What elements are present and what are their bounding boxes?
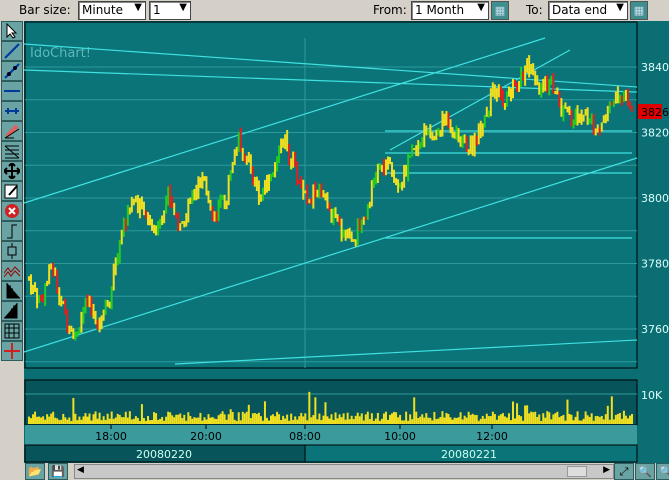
segment-icon <box>4 63 20 79</box>
crosshair-tool[interactable] <box>1 341 23 361</box>
from-calendar-button[interactable]: ▦ <box>491 1 509 20</box>
grid-tool[interactable] <box>1 321 23 341</box>
date-label: 20080221 <box>441 448 497 461</box>
move-tool[interactable] <box>1 161 23 181</box>
diagonal-line-icon <box>4 43 20 59</box>
time-tick: 18:00 <box>95 430 127 443</box>
horizontal-line-tool[interactable] <box>1 81 23 101</box>
expand-icon: ⤢ <box>619 465 629 478</box>
segment-tool[interactable] <box>1 61 23 81</box>
from-label: From: <box>373 3 407 17</box>
price-tick: 3780 <box>641 258 669 271</box>
step-line-tool[interactable] <box>1 221 23 241</box>
pencil-icon <box>4 124 20 139</box>
line-chart-tool[interactable] <box>1 261 23 281</box>
crosshair-icon <box>4 343 20 359</box>
scroll-right-icon[interactable]: ▶ <box>603 465 610 475</box>
left-scale-tool[interactable] <box>1 281 23 301</box>
delete-tool[interactable] <box>1 201 23 221</box>
candlestick-tool[interactable] <box>1 241 23 261</box>
step-line-icon <box>7 224 17 239</box>
chevron-down-icon: ▼ <box>134 2 142 13</box>
time-tick: 20:00 <box>190 430 222 443</box>
ruler-left-icon <box>6 283 20 299</box>
fibonacci-tool[interactable] <box>1 141 23 161</box>
volume-scale-label: 10K <box>641 389 663 402</box>
chevron-down-icon: ▼ <box>179 2 187 13</box>
price-chart[interactable]: IdoChart! 38403820380037803760 3826 10K … <box>24 21 669 463</box>
bar-size-select[interactable]: Minute ▼ <box>78 1 146 20</box>
price-tick: 3760 <box>641 323 669 336</box>
scroll-thumb[interactable] <box>567 466 587 477</box>
right-scale-tool[interactable] <box>1 301 23 321</box>
save-button[interactable]: 💾 <box>48 463 68 480</box>
price-tick: 3820 <box>641 127 669 140</box>
bar-size-label: Bar size: <box>19 3 71 17</box>
bottom-bar: 📂 💾 ◀ ▶ ⤢ 🔍 🔍 <box>24 463 669 480</box>
pencil-tool[interactable] <box>1 121 23 141</box>
open-button[interactable]: 📂 <box>25 463 45 480</box>
to-value: Data end <box>552 3 608 17</box>
fit-button[interactable]: ⤢ <box>614 463 634 480</box>
candlestick-icon <box>7 243 17 259</box>
measure-tool[interactable] <box>1 101 23 121</box>
delete-x-icon <box>5 204 19 218</box>
date-label: 20080220 <box>136 448 192 461</box>
top-toolbar: Bar size: Minute ▼ 1 ▼ From: 1 Month ▼ ▦ To… <box>0 0 669 21</box>
from-value: 1 Month <box>415 3 465 17</box>
bar-count-value: 1 <box>153 3 161 17</box>
to-label: To: <box>526 3 543 17</box>
fan-lines-icon <box>4 145 20 159</box>
cursor-arrow-icon <box>6 23 18 39</box>
horizontal-scrollbar[interactable]: ◀ ▶ <box>74 464 614 479</box>
time-tick: 10:00 <box>384 430 416 443</box>
time-tick: 12:00 <box>476 430 508 443</box>
pointer-tool[interactable] <box>1 21 23 41</box>
drawing-toolbar <box>0 21 24 361</box>
line-tool[interactable] <box>1 41 23 61</box>
zoom-in-icon: 🔍 <box>638 465 652 478</box>
scroll-left-icon[interactable]: ◀ <box>77 465 84 475</box>
bar-count-select[interactable]: 1 ▼ <box>149 1 191 20</box>
horizontal-line-icon <box>4 90 20 92</box>
price-tick: 3840 <box>641 61 669 74</box>
open-folder-icon: 📂 <box>28 465 42 478</box>
to-calendar-button[interactable]: ▦ <box>630 1 648 20</box>
zigzag-line-icon <box>4 266 20 278</box>
chevron-down-icon: ▼ <box>477 2 485 13</box>
calendar-icon: ▦ <box>494 4 506 17</box>
measure-icon <box>5 108 19 114</box>
zoom-out-icon: 🔍 <box>659 465 669 478</box>
note-edit-icon <box>4 184 18 199</box>
save-disk-icon: 💾 <box>51 465 65 478</box>
from-select[interactable]: 1 Month ▼ <box>411 1 489 20</box>
bar-size-value: Minute <box>82 3 123 17</box>
chevron-down-icon: ▼ <box>616 2 624 13</box>
zoom-out-button[interactable]: 🔍 <box>656 463 669 480</box>
note-tool[interactable] <box>1 181 23 201</box>
grid-icon <box>4 323 20 339</box>
last-price-label: 3826 <box>641 106 669 119</box>
to-select[interactable]: Data end ▼ <box>548 1 628 20</box>
ruler-right-icon <box>4 303 18 319</box>
price-tick: 3800 <box>641 192 669 205</box>
move-arrows-icon <box>4 163 20 179</box>
calendar-icon: ▦ <box>633 4 645 17</box>
time-tick: 08:00 <box>289 430 321 443</box>
zoom-in-button[interactable]: 🔍 <box>635 463 655 480</box>
